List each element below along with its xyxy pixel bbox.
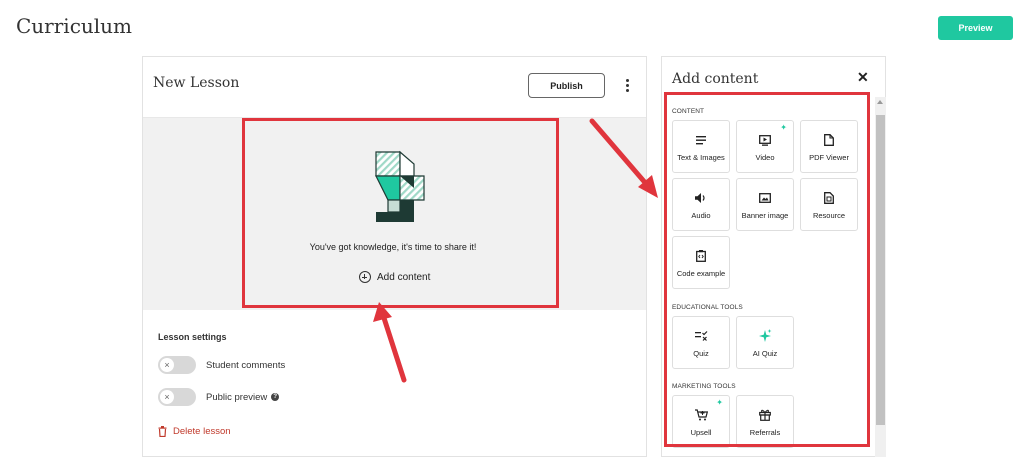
annotation-arrows [373,118,658,383]
annotation-arrow-to-add-content [373,302,407,383]
annotation-arrow-to-panel [589,118,658,198]
